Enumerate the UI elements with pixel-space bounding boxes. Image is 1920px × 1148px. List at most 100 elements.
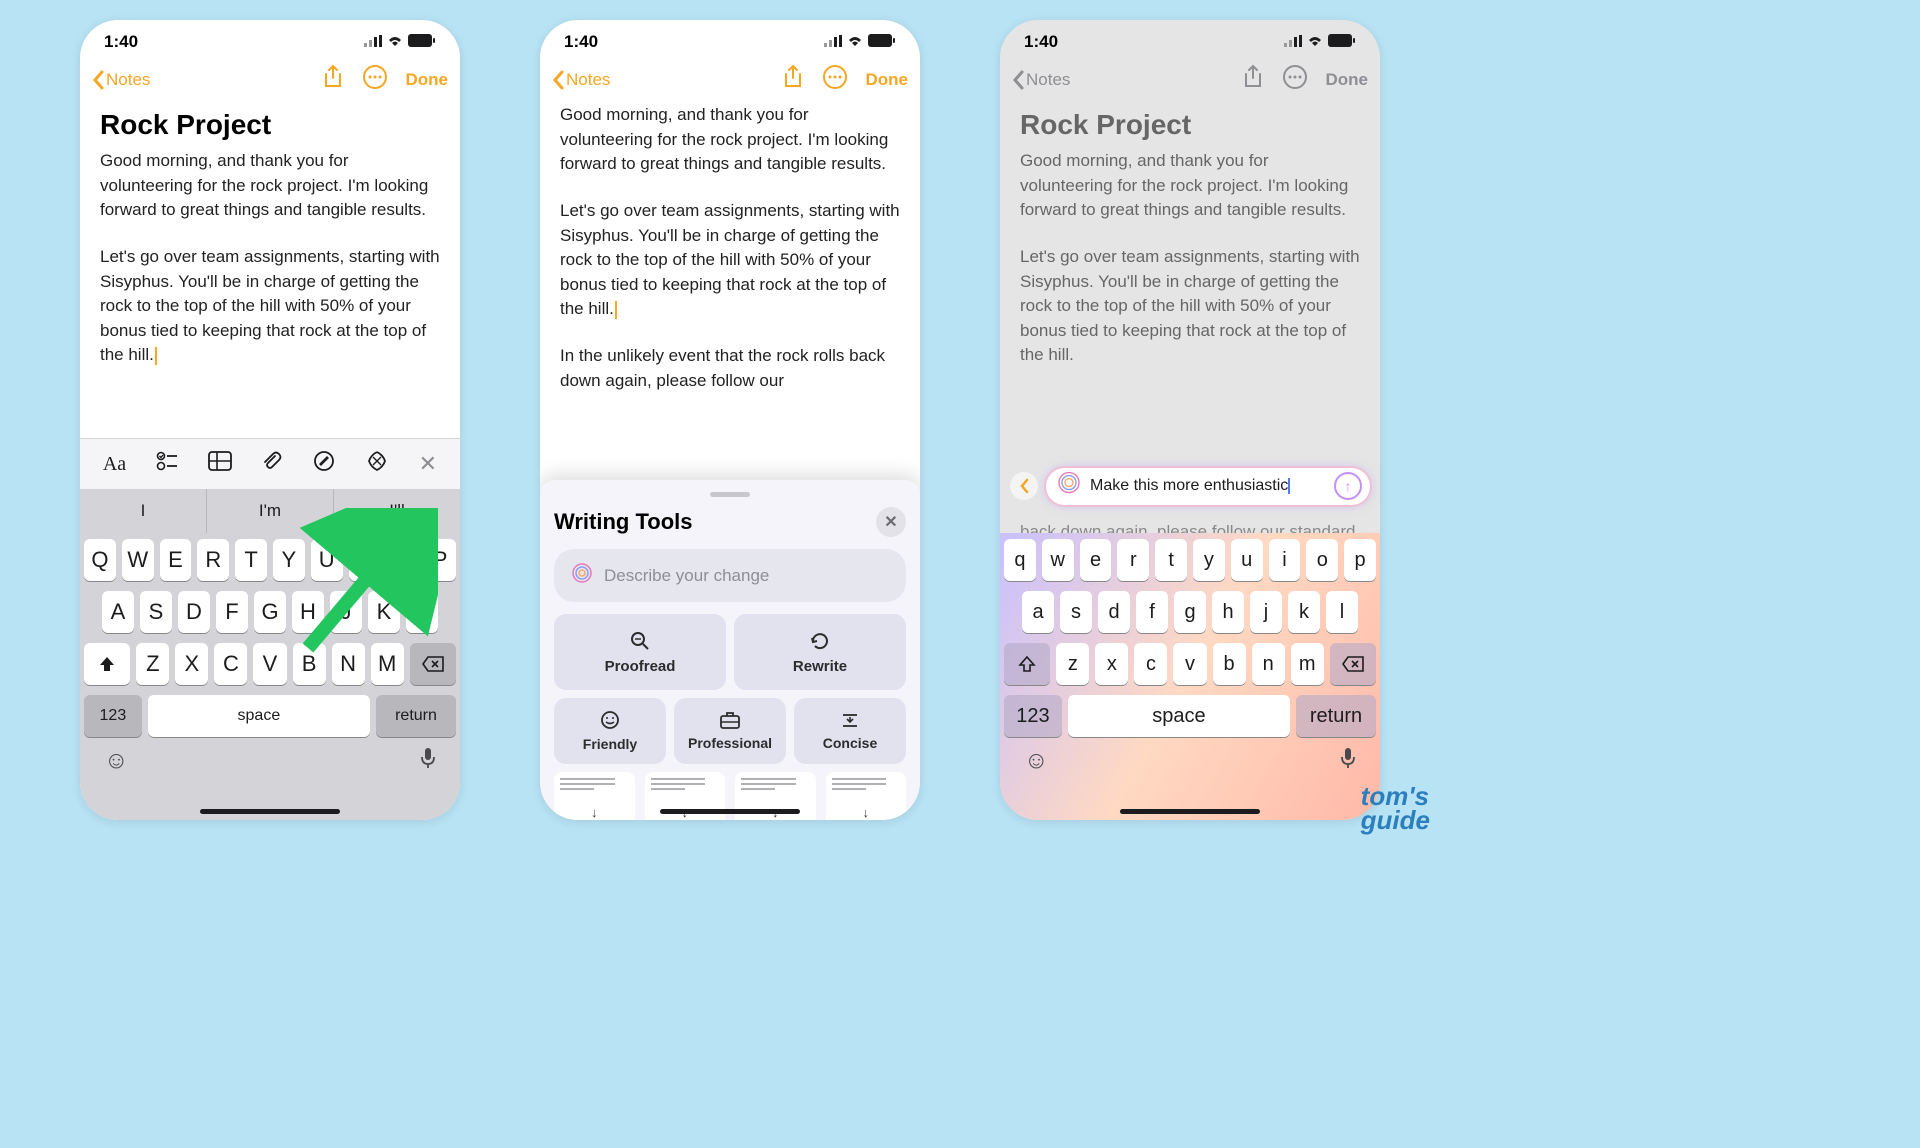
text-format-icon[interactable]: Aa [103,453,126,476]
key-w[interactable]: W [122,539,154,581]
shift-key[interactable] [1004,643,1050,685]
numbers-key[interactable]: 123 [1004,695,1062,737]
key-s[interactable]: s [1060,591,1092,633]
space-key[interactable]: space [1068,695,1290,737]
attachment-icon[interactable] [261,450,283,478]
ai-back-button[interactable] [1010,472,1038,500]
table-preview[interactable]: ↓ [826,772,907,820]
dictation-key[interactable] [420,747,436,776]
return-key[interactable]: return [1296,695,1376,737]
key-f[interactable]: f [1136,591,1168,633]
key-y[interactable]: Y [273,539,305,581]
keyboard[interactable]: QWERTYUIOP ASDFGHJKL ZXCVBNM 123spaceret… [80,533,460,820]
numbers-key[interactable]: 123 [84,695,142,737]
key-i[interactable]: i [1269,539,1301,581]
prediction-1[interactable]: I [80,489,207,533]
emoji-key[interactable]: ☺ [1024,747,1049,776]
backspace-key[interactable] [410,643,456,685]
done-button[interactable]: Done [866,70,909,90]
key-z[interactable]: Z [136,643,169,685]
key-h[interactable]: h [1212,591,1244,633]
home-indicator[interactable] [200,809,340,814]
key-k[interactable]: K [368,591,400,633]
key-o[interactable]: o [1306,539,1338,581]
friendly-button[interactable]: Friendly [554,698,666,764]
key-a[interactable]: a [1022,591,1054,633]
professional-button[interactable]: Professional [674,698,786,764]
apple-intelligence-icon[interactable] [365,449,389,479]
key-v[interactable]: v [1173,643,1206,685]
back-button[interactable]: Notes [92,70,150,90]
summary-preview[interactable]: ↓ [554,772,635,820]
home-indicator[interactable] [1120,809,1260,814]
key-r[interactable]: r [1117,539,1149,581]
key-i[interactable]: I [349,539,381,581]
return-key[interactable]: return [376,695,456,737]
key-b[interactable]: B [293,643,326,685]
prediction-3[interactable]: I'll [334,489,460,533]
share-icon[interactable] [322,64,344,95]
key-o[interactable]: O [386,539,418,581]
keyboard[interactable]: qwertyuiop asdfghjkl zxcvbnm 123spaceret… [1000,533,1380,820]
key-m[interactable]: m [1291,643,1324,685]
key-a[interactable]: A [102,591,134,633]
concise-button[interactable]: Concise [794,698,906,764]
close-toolbar-icon[interactable]: ✕ [419,451,437,477]
key-u[interactable]: U [311,539,343,581]
describe-change-input[interactable]: Describe your change [554,549,906,602]
close-sheet-button[interactable]: ✕ [876,507,906,537]
key-l[interactable]: L [406,591,438,633]
backspace-key[interactable] [1330,643,1376,685]
key-b[interactable]: b [1213,643,1246,685]
share-icon[interactable] [782,64,804,95]
prediction-2[interactable]: I'm [207,489,334,533]
key-d[interactable]: D [178,591,210,633]
markup-icon[interactable] [313,450,335,478]
note-editor[interactable]: Rock Project Good morning, and thank you… [80,103,460,438]
checklist-icon[interactable] [156,451,178,477]
key-y[interactable]: y [1193,539,1225,581]
key-g[interactable]: g [1174,591,1206,633]
key-p[interactable]: p [1344,539,1376,581]
rewrite-button[interactable]: Rewrite [734,614,906,690]
key-c[interactable]: C [214,643,247,685]
key-l[interactable]: l [1326,591,1358,633]
emoji-key[interactable]: ☺ [104,747,129,776]
key-e[interactable]: e [1080,539,1112,581]
table-icon[interactable] [208,451,232,477]
key-w[interactable]: w [1042,539,1074,581]
key-e[interactable]: E [160,539,192,581]
home-indicator[interactable] [660,809,800,814]
dictation-key[interactable] [1340,747,1356,776]
key-z[interactable]: z [1056,643,1089,685]
sheet-grabber[interactable] [710,492,750,497]
back-button[interactable]: Notes [552,70,610,90]
key-m[interactable]: M [371,643,404,685]
key-u[interactable]: u [1231,539,1263,581]
more-icon[interactable] [822,64,848,95]
key-x[interactable]: x [1095,643,1128,685]
key-q[interactable]: q [1004,539,1036,581]
ai-prompt-input[interactable]: Make this more enthusiastic ↑ [1046,468,1370,505]
key-t[interactable]: T [235,539,267,581]
key-t[interactable]: t [1155,539,1187,581]
more-icon[interactable] [362,64,388,95]
key-k[interactable]: k [1288,591,1320,633]
proofread-button[interactable]: Proofread [554,614,726,690]
back-button[interactable]: Notes [1012,70,1070,90]
key-c[interactable]: c [1134,643,1167,685]
key-j[interactable]: j [1250,591,1282,633]
key-g[interactable]: G [254,591,286,633]
shift-key[interactable] [84,643,130,685]
done-button[interactable]: Done [406,70,449,90]
key-d[interactable]: d [1098,591,1130,633]
key-j[interactable]: J [330,591,362,633]
send-button[interactable]: ↑ [1334,472,1362,500]
key-q[interactable]: Q [84,539,116,581]
key-n[interactable]: N [332,643,365,685]
key-h[interactable]: H [292,591,324,633]
key-f[interactable]: F [216,591,248,633]
key-r[interactable]: R [197,539,229,581]
key-x[interactable]: X [175,643,208,685]
key-s[interactable]: S [140,591,172,633]
